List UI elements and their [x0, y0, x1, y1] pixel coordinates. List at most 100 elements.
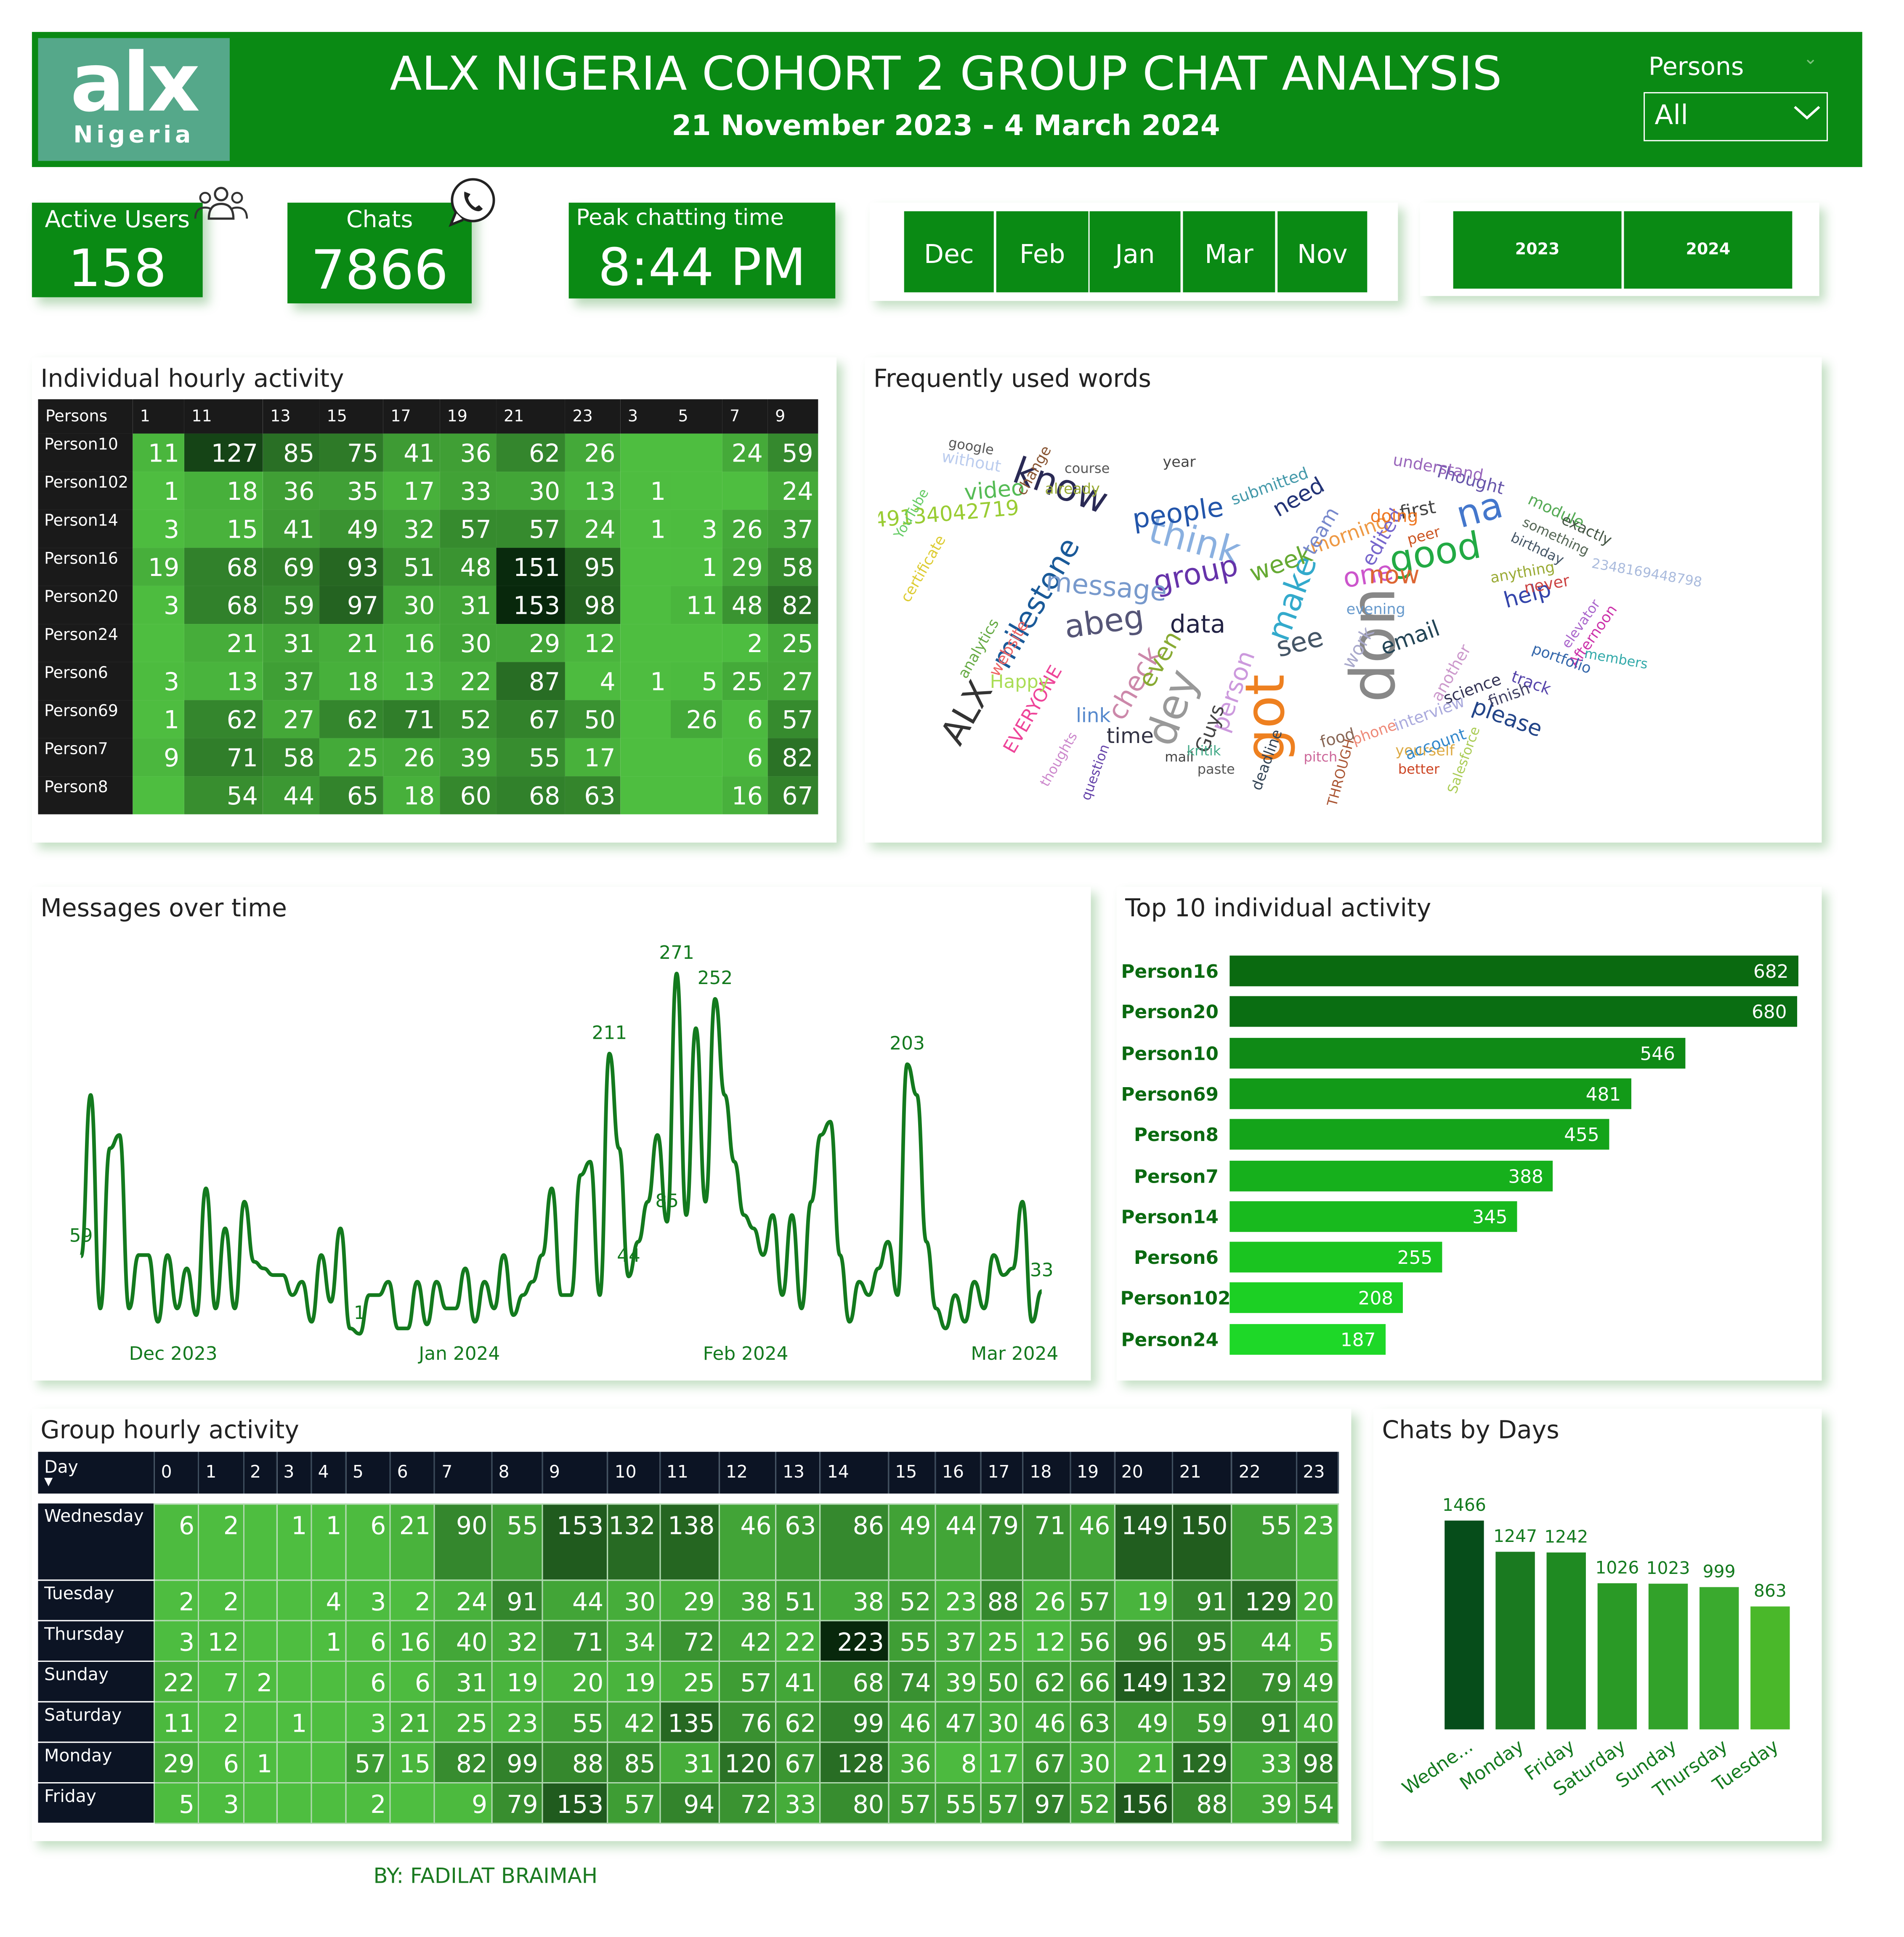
day-bar[interactable]: [1750, 1606, 1790, 1730]
table-cell: 59: [263, 586, 320, 624]
table-cell: 49: [887, 1502, 936, 1580]
table-cell: 1: [242, 1741, 277, 1783]
table-row: Friday 5 3 2 9 79 153 57 94 72 33 80 57 55 57 97 52 156 88…: [38, 1781, 1339, 1823]
column-header-hour[interactable]: 18: [1023, 1451, 1071, 1494]
wordcloud: dongotdeyknowthink goodpeoplegroupabegnaA…: [878, 434, 1703, 808]
table-cell: 38: [820, 1579, 889, 1621]
table-cell: 48: [722, 586, 768, 624]
column-header-hour[interactable]: 15: [888, 1451, 936, 1494]
table-cell: 59: [1172, 1700, 1233, 1743]
column-header-hour[interactable]: 10: [608, 1451, 661, 1494]
column-header-hour[interactable]: 13: [775, 1451, 821, 1494]
table-cell: 24: [434, 1579, 492, 1621]
table-cell: 4: [311, 1579, 347, 1621]
column-header-hour[interactable]: 6: [390, 1451, 436, 1494]
table-cell: 55: [496, 738, 565, 777]
month-slicer-dec[interactable]: Dec: [904, 211, 994, 292]
column-header-hour[interactable]: 7: [435, 1451, 492, 1494]
table-cell: 48: [440, 548, 497, 586]
table-cell: 55: [1231, 1502, 1297, 1580]
month-slicer-nov[interactable]: Nov: [1277, 211, 1368, 292]
column-header-hour[interactable]: 3: [620, 399, 671, 434]
month-slicer-mar[interactable]: Mar: [1183, 211, 1275, 292]
column-header-hour[interactable]: 21: [1172, 1451, 1233, 1494]
table-row: Person7 9 71 58 25 26 39 55 17 6 82: [38, 738, 818, 777]
table-cell: 127: [184, 433, 263, 472]
data-label: 1: [354, 1302, 366, 1324]
column-header-hour[interactable]: 11: [659, 1451, 720, 1494]
table-cell: 79: [980, 1502, 1024, 1580]
column-header-hour[interactable]: 3: [276, 1451, 312, 1494]
column-header-hour[interactable]: 2: [243, 1451, 277, 1494]
column-header-hour[interactable]: 8: [491, 1451, 543, 1494]
column-header-hour[interactable]: 9: [542, 1451, 608, 1494]
table-cell: 129: [1231, 1579, 1297, 1621]
day-bar[interactable]: [1597, 1583, 1637, 1730]
table-cell: 79: [1231, 1660, 1297, 1702]
table-cell: 97: [1022, 1781, 1071, 1823]
column-header-day[interactable]: Day ▼: [38, 1451, 155, 1494]
column-header-hour[interactable]: 9: [767, 399, 818, 434]
column-header-persons[interactable]: Persons: [38, 399, 133, 434]
column-header-hour[interactable]: 4: [311, 1451, 347, 1494]
table-cell: 2: [154, 1579, 199, 1621]
year-slicer-2023[interactable]: 2023: [1453, 211, 1622, 289]
month-slicer-feb[interactable]: Feb: [996, 211, 1089, 292]
column-header-hour[interactable]: 17: [981, 1451, 1024, 1494]
sort-descending-icon[interactable]: ▼: [44, 1476, 153, 1488]
chevron-down-icon[interactable]: [1791, 98, 1823, 125]
table-cell: 24: [722, 433, 768, 472]
table-cell: 62: [319, 700, 383, 738]
column-header-hour[interactable]: 16: [935, 1451, 982, 1494]
table-row: Person16 19 68 69 93 51 48 151 95 1 29 58: [38, 548, 818, 586]
column-header-hour[interactable]: 12: [719, 1451, 777, 1494]
table-cell: 32: [491, 1619, 543, 1661]
table-cell: [620, 738, 671, 777]
year-slicer-2024[interactable]: 2024: [1624, 211, 1792, 289]
table-cell: 71: [542, 1619, 608, 1661]
table-cell: 15: [390, 1741, 436, 1783]
table-cell: [670, 624, 722, 662]
column-header-hour[interactable]: 1: [133, 399, 184, 434]
column-header-hour[interactable]: 5: [345, 1451, 391, 1494]
day-bar[interactable]: [1495, 1552, 1535, 1730]
table-cell: 67: [496, 700, 565, 738]
table-cell: 52: [887, 1579, 936, 1621]
column-header-hour[interactable]: 11: [184, 399, 263, 434]
table-cell: 34: [607, 1619, 661, 1661]
table-cell: 69: [263, 548, 320, 586]
row-header-day: Sunday: [38, 1661, 154, 1702]
day-bar[interactable]: [1445, 1520, 1484, 1730]
table-cell: [670, 738, 722, 777]
table-cell: [311, 1781, 347, 1823]
day-bar[interactable]: [1699, 1587, 1739, 1730]
column-header-hour[interactable]: 21: [496, 399, 565, 434]
column-header-hour[interactable]: 20: [1114, 1451, 1174, 1494]
column-header-hour[interactable]: 7: [722, 399, 768, 434]
column-header-hour[interactable]: 23: [565, 399, 621, 434]
table-cell: 85: [263, 433, 320, 472]
column-header-hour[interactable]: 19: [440, 399, 497, 434]
column-header-hour[interactable]: 15: [319, 399, 383, 434]
table-cell: 22: [775, 1619, 821, 1661]
table-cell: [620, 433, 671, 472]
table-cell: 18: [184, 472, 263, 510]
month-slicer-jan[interactable]: Jan: [1089, 211, 1181, 292]
table-cell: [242, 1700, 277, 1743]
column-header-hour[interactable]: 19: [1070, 1451, 1115, 1494]
table-cell: [311, 1660, 347, 1702]
day-bar[interactable]: [1546, 1552, 1586, 1730]
table-cell: 94: [659, 1781, 720, 1823]
table-cell: [620, 776, 671, 815]
column-header-hour[interactable]: 22: [1232, 1451, 1297, 1494]
table-cell: 71: [184, 738, 263, 777]
column-header-hour[interactable]: 23: [1296, 1451, 1339, 1494]
column-header-hour[interactable]: 17: [383, 399, 440, 434]
column-header-hour[interactable]: 14: [820, 1451, 889, 1494]
day-bar[interactable]: [1648, 1584, 1688, 1730]
column-header-hour[interactable]: 13: [263, 399, 320, 434]
column-header-hour[interactable]: 1: [199, 1451, 244, 1494]
column-header-hour[interactable]: 0: [154, 1451, 199, 1494]
table-cell: 54: [184, 776, 263, 815]
column-header-hour[interactable]: 5: [670, 399, 722, 434]
